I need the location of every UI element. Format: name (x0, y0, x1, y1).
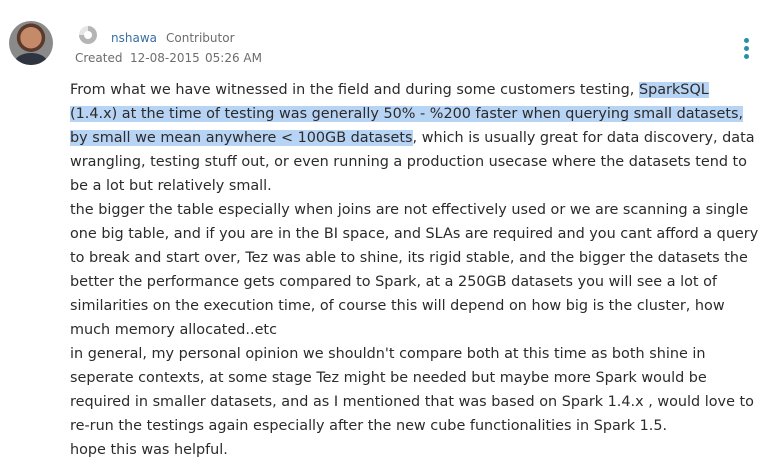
kebab-dot (744, 38, 749, 43)
paragraph-1-start: From what we have witnessed in the field… (70, 82, 639, 98)
paragraph-4: hope this was helpful. (70, 442, 228, 458)
author-role: Contributor (166, 31, 235, 45)
kebab-dot (744, 54, 749, 59)
avatar-shirt (15, 53, 47, 65)
paragraph-1: From what we have witnessed in the field… (70, 78, 760, 198)
avatar[interactable] (9, 21, 53, 65)
paragraph-3: in general, my personal opinion we shoul… (70, 346, 754, 434)
rank-badge-icon (79, 26, 97, 44)
author-username[interactable]: nshawa (111, 31, 157, 45)
post-body: From what we have witnessed in the field… (70, 78, 760, 462)
paragraph-2: the bigger the table especially when joi… (70, 202, 759, 338)
created-date: 12-08-2015 (130, 51, 200, 65)
created-time: 05:26 AM (205, 51, 262, 65)
created-label: Created (75, 51, 123, 65)
kebab-menu-icon[interactable] (744, 38, 750, 60)
kebab-dot (744, 46, 749, 51)
